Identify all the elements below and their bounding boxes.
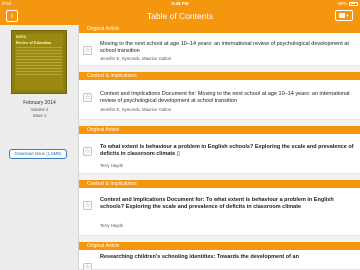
article-row[interactable]: ☆ To what extent is behaviour a problem … <box>79 134 360 174</box>
issue-number: Issue 1 <box>32 113 47 118</box>
cover-journal-title: Review of Education <box>16 40 52 45</box>
section-header: Context & Implications <box>79 72 360 80</box>
cover-text-lines <box>16 47 62 77</box>
battery-status: 96% <box>338 1 358 6</box>
journal-cover[interactable]: BERA Review of Education <box>11 30 67 94</box>
issue-date: February 2014 <box>23 100 56 106</box>
star-icon[interactable]: ☆ <box>83 263 92 270</box>
page-title: Table of Contents <box>146 11 214 21</box>
article-row[interactable]: ☆ Context and Implications Document for:… <box>79 188 360 236</box>
status-bar: iPad 6:46 PM 96% <box>0 0 360 7</box>
download-issue-button[interactable]: Download Issue (1.5MB) <box>9 149 67 159</box>
issue-volume: Volume 2 <box>30 107 49 112</box>
star-icon[interactable]: ☆ <box>83 93 92 102</box>
article-authors: Terry Haydn <box>100 223 124 228</box>
article-title-text: To what extent is behaviour a problem in… <box>100 144 354 157</box>
section-header: Original Article <box>79 25 360 33</box>
pdf-icon[interactable]: ▯ <box>177 151 180 157</box>
article-title[interactable]: Context and Implications Document for: M… <box>100 91 354 104</box>
article-title[interactable]: Researching children's schooling identit… <box>100 254 354 261</box>
star-icon[interactable]: ☆ <box>83 46 92 55</box>
article-authors: Jennifer E. Symonds, Maurice Galton <box>100 56 172 61</box>
section-header: Original Article <box>79 242 360 250</box>
clock: 6:46 PM <box>171 1 189 6</box>
section-header: Original Article <box>79 126 360 134</box>
article-title[interactable]: To what extent is behaviour a problem in… <box>100 144 354 157</box>
navigation-bar: ‹ Table of Contents ▾ <box>0 7 360 25</box>
cover-publisher: BERA <box>16 35 27 39</box>
article-title[interactable]: Moving to the next school at age 10–14 y… <box>100 41 354 54</box>
download-icon <box>339 13 346 18</box>
issue-sidebar: BERA Review of Education February 2014 V… <box>0 25 79 270</box>
article-list[interactable]: Original Article ☆ Moving to the next sc… <box>79 25 360 270</box>
battery-icon <box>349 1 358 6</box>
article-row[interactable]: ☆ Context and Implications Document for:… <box>79 80 360 120</box>
battery-percent: 96% <box>337 1 347 6</box>
dropdown-caret: ▾ <box>346 12 349 18</box>
article-authors: Jennifer E. Symonds, Maurice Galton <box>100 107 172 112</box>
article-row[interactable]: ☆ Researching children's schooling ident… <box>79 250 360 270</box>
article-row[interactable]: ☆ Moving to the next school at age 10–14… <box>79 33 360 66</box>
download-button[interactable]: ▾ <box>335 10 353 21</box>
star-icon[interactable]: ☆ <box>83 201 92 210</box>
section-header: Context & Implications <box>79 180 360 188</box>
star-icon[interactable]: ☆ <box>83 147 92 156</box>
article-title[interactable]: Context and Implications Document for: T… <box>100 197 354 210</box>
article-authors: Terry Haydn <box>100 163 124 168</box>
